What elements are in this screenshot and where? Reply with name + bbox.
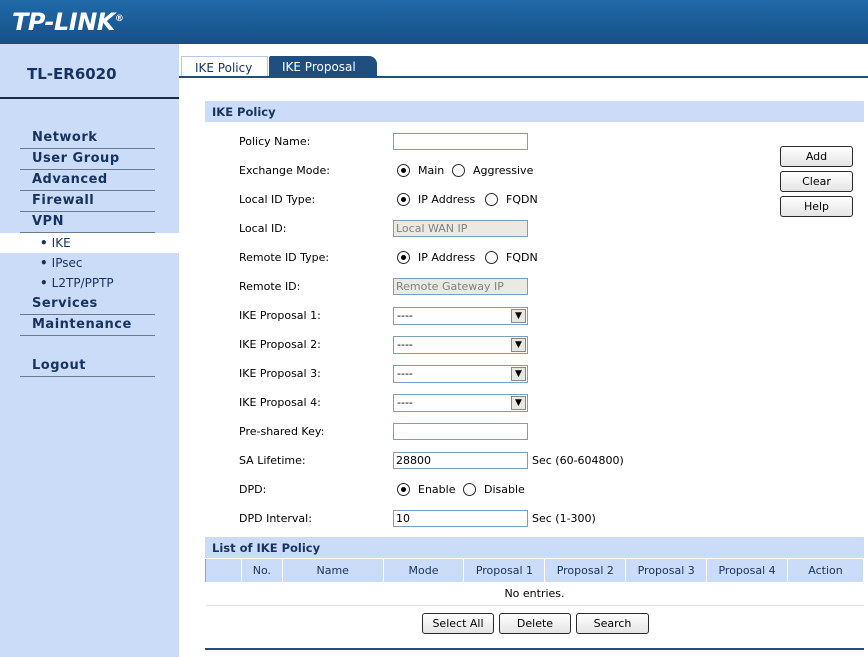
sa-lifetime-input[interactable] bbox=[393, 452, 528, 469]
list-title: List of IKE Policy bbox=[205, 537, 864, 558]
tab-ike-proposal[interactable]: IKE Proposal bbox=[269, 56, 377, 78]
dpd-enable-label: Enable bbox=[418, 483, 456, 496]
remote-id-type-ip-label: IP Address bbox=[418, 251, 476, 264]
model-box: TL-ER6020 bbox=[0, 44, 179, 99]
tp-link-logo: TP-LINK® bbox=[12, 8, 124, 36]
menu-advanced[interactable]: Advanced bbox=[20, 170, 155, 191]
pre-shared-key-input[interactable] bbox=[393, 423, 528, 440]
exchange-mode-label: Exchange Mode: bbox=[239, 164, 330, 177]
dpd-interval-unit: Sec (1-300) bbox=[532, 512, 596, 525]
dpd-interval-input[interactable] bbox=[393, 510, 528, 527]
column-select bbox=[205, 559, 242, 582]
exchange-mode-main-label: Main bbox=[418, 164, 445, 177]
ike-proposal-1-select[interactable]: ---- ▼ bbox=[393, 307, 528, 325]
model-name: TL-ER6020 bbox=[27, 65, 117, 83]
policy-name-label: Policy Name: bbox=[239, 135, 311, 148]
pre-shared-key-label: Pre-shared Key: bbox=[239, 425, 325, 438]
ike-proposal-3-select[interactable]: ---- ▼ bbox=[393, 365, 528, 383]
chevron-down-icon: ▼ bbox=[511, 367, 526, 381]
column-proposal-4: Proposal 4 bbox=[706, 559, 789, 582]
menu-firewall[interactable]: Firewall bbox=[20, 191, 155, 212]
column-proposal-3: Proposal 3 bbox=[625, 559, 708, 582]
column-no: No. bbox=[240, 559, 283, 582]
column-proposal-1: Proposal 1 bbox=[463, 559, 546, 582]
dpd-disable-radio[interactable] bbox=[463, 483, 476, 496]
ike-proposal-4-label: IKE Proposal 4: bbox=[239, 396, 321, 409]
dpd-interval-label: DPD Interval: bbox=[239, 512, 312, 525]
exchange-mode-main-radio[interactable] bbox=[397, 164, 410, 177]
tab-underline bbox=[179, 76, 868, 78]
ike-proposal-4-select[interactable]: ---- ▼ bbox=[393, 394, 528, 412]
remote-id-label: Remote ID: bbox=[239, 280, 301, 293]
help-button[interactable]: Help bbox=[780, 196, 853, 217]
ike-proposal-3-label: IKE Proposal 3: bbox=[239, 367, 321, 380]
remote-id-type-label: Remote ID Type: bbox=[239, 251, 330, 264]
submenu-ike[interactable]: • IKE bbox=[0, 233, 179, 253]
local-id-input[interactable] bbox=[393, 220, 528, 237]
table-row: No entries. bbox=[205, 582, 864, 606]
column-name: Name bbox=[281, 559, 384, 582]
menu-user-group[interactable]: User Group bbox=[20, 149, 155, 170]
select-all-button[interactable]: Select All bbox=[422, 613, 494, 634]
table-header-row: No. Name Mode Proposal 1 Proposal 2 Prop… bbox=[205, 559, 864, 582]
search-button[interactable]: Search bbox=[576, 613, 649, 634]
bottom-divider bbox=[205, 648, 864, 650]
add-button[interactable]: Add bbox=[780, 146, 853, 167]
column-action: Action bbox=[787, 559, 864, 582]
local-id-type-fqdn-label: FQDN bbox=[506, 193, 538, 206]
ike-policy-table: No. Name Mode Proposal 1 Proposal 2 Prop… bbox=[205, 559, 864, 606]
tab-ike-policy[interactable]: IKE Policy bbox=[181, 56, 268, 78]
menu-logout[interactable]: Logout bbox=[20, 356, 155, 377]
dpd-enable-radio[interactable] bbox=[397, 483, 410, 496]
chevron-down-icon: ▼ bbox=[511, 396, 526, 410]
sa-lifetime-label: SA Lifetime: bbox=[239, 454, 306, 467]
local-id-type-ip-label: IP Address bbox=[418, 193, 476, 206]
chevron-down-icon: ▼ bbox=[511, 309, 526, 323]
submenu-ipsec[interactable]: • IPsec bbox=[0, 253, 179, 273]
local-id-type-fqdn-radio[interactable] bbox=[485, 193, 498, 206]
dpd-label: DPD: bbox=[239, 483, 267, 496]
remote-id-type-ip-radio[interactable] bbox=[397, 251, 410, 264]
column-mode: Mode bbox=[382, 559, 465, 582]
chevron-down-icon: ▼ bbox=[511, 338, 526, 352]
tab-bar: IKE Policy IKE Proposal bbox=[179, 44, 868, 78]
dpd-disable-label: Disable bbox=[484, 483, 525, 496]
submenu-l2tp-pptp[interactable]: • L2TP/PPTP bbox=[0, 273, 179, 293]
remote-id-type-fqdn-radio[interactable] bbox=[485, 251, 498, 264]
policy-name-input[interactable] bbox=[393, 133, 528, 150]
clear-button[interactable]: Clear bbox=[780, 171, 853, 192]
remote-id-input[interactable] bbox=[393, 278, 528, 295]
ike-proposal-2-select[interactable]: ---- ▼ bbox=[393, 336, 528, 354]
exchange-mode-aggressive-radio[interactable] bbox=[452, 164, 465, 177]
local-id-label: Local ID: bbox=[239, 222, 287, 235]
menu-services[interactable]: Services bbox=[20, 294, 155, 315]
local-id-type-label: Local ID Type: bbox=[239, 193, 316, 206]
exchange-mode-aggressive-label: Aggressive bbox=[473, 164, 534, 177]
menu-network[interactable]: Network bbox=[20, 128, 155, 149]
menu-maintenance[interactable]: Maintenance bbox=[20, 315, 155, 336]
ike-proposal-1-label: IKE Proposal 1: bbox=[239, 309, 321, 322]
local-id-type-ip-radio[interactable] bbox=[397, 193, 410, 206]
empty-message: No entries. bbox=[205, 582, 864, 606]
sa-lifetime-unit: Sec (60-604800) bbox=[532, 454, 624, 467]
delete-button[interactable]: Delete bbox=[499, 613, 571, 634]
remote-id-type-fqdn-label: FQDN bbox=[506, 251, 538, 264]
section-title-ike-policy: IKE Policy bbox=[205, 101, 864, 122]
header-bar: TP-LINK® bbox=[0, 0, 868, 44]
menu-vpn[interactable]: VPN bbox=[20, 212, 155, 233]
sidebar: TL-ER6020 Network User Group Advanced Fi… bbox=[0, 44, 179, 657]
ike-proposal-2-label: IKE Proposal 2: bbox=[239, 338, 321, 351]
column-proposal-2: Proposal 2 bbox=[544, 559, 627, 582]
